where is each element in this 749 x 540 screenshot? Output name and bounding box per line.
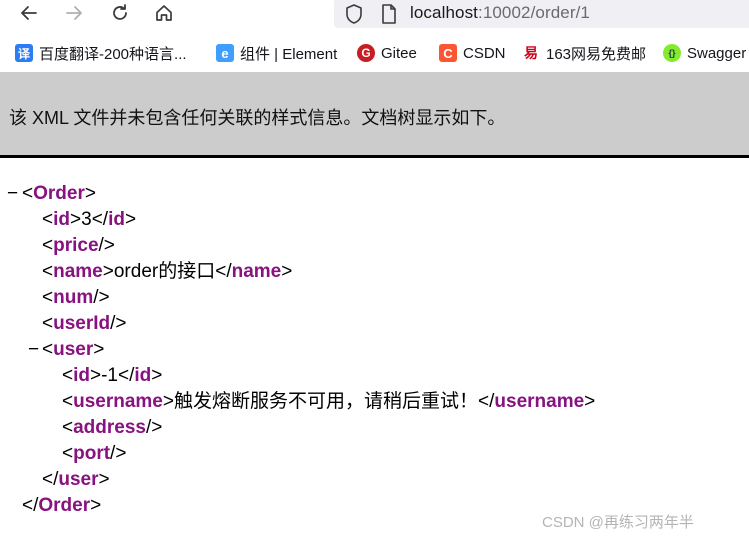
xml-tree: − <Order> <id>3</id> <price/> <name>order… <box>0 160 749 540</box>
xml-user-open: − <user> <box>28 337 104 363</box>
xml-username-element: <username>触发熔断服务不可用，请稍后重试！</username> <box>62 391 596 412</box>
bookmark-csdn[interactable]: C CSDN <box>439 43 506 63</box>
xml-info-banner: 该 XML 文件并未包含任何关联的样式信息。文档树显示如下。 <box>0 72 749 158</box>
address-bar[interactable]: localhost:10002/order/1 <box>334 0 749 28</box>
bookmark-swagger[interactable]: {} Swagger <box>663 43 746 63</box>
home-icon <box>154 3 174 23</box>
forward-button[interactable] <box>58 0 90 26</box>
bookmark-label: 163网易免费邮 <box>546 45 647 63</box>
netease-163-icon: 易 <box>522 44 540 62</box>
navigation-toolbar: localhost:10002/order/1 <box>0 0 749 36</box>
user-id-value: -1 <box>101 365 119 386</box>
id-value: 3 <box>81 209 92 230</box>
xml-id-element: <id>3</id> <box>42 209 137 230</box>
bookmark-label: 百度翻译-200种语言... <box>39 45 187 63</box>
bookmark-163-mail[interactable]: 易 163网易免费邮 <box>522 43 646 63</box>
xml-port-element: <port/> <box>62 443 127 464</box>
xml-name-element: <name>order的接口</name> <box>42 261 293 282</box>
xml-user-id-element: <id>-1</id> <box>62 365 163 386</box>
forward-arrow-icon <box>64 3 84 23</box>
bookmark-label: Gitee <box>381 44 417 62</box>
url-text[interactable]: localhost:10002/order/1 <box>410 3 590 23</box>
username-value: 触发熔断服务不可用，请稍后重试！ <box>174 391 479 412</box>
shield-icon[interactable] <box>344 3 364 30</box>
csdn-watermark: CSDN @再练习两年半 <box>542 514 694 531</box>
reload-icon <box>110 3 130 23</box>
back-button[interactable] <box>13 0 45 26</box>
xml-info-message: 该 XML 文件并未包含任何关联的样式信息。文档树显示如下。 <box>9 108 506 128</box>
bookmark-element[interactable]: e 组件 | Element <box>216 43 337 63</box>
bookmark-baidu-translate[interactable]: 译 百度翻译-200种语言... <box>15 43 187 63</box>
bookmark-gitee[interactable]: G Gitee <box>357 43 417 63</box>
csdn-icon: C <box>439 44 457 62</box>
collapse-toggle-order[interactable]: − <box>7 181 19 207</box>
xml-price-element: <price/> <box>42 235 115 256</box>
xml-order-close: </Order> <box>22 495 102 516</box>
bookmarks-toolbar: 译 百度翻译-200种语言... e 组件 | Element G Gitee … <box>0 36 749 70</box>
xml-address-element: <address/> <box>62 417 163 438</box>
swagger-icon: {} <box>663 44 681 62</box>
xml-user-close: </user> <box>42 469 110 490</box>
bookmark-label: Swagger <box>687 44 747 62</box>
element-icon: e <box>216 44 234 62</box>
reload-button[interactable] <box>104 0 136 26</box>
url-host: localhost <box>410 3 478 22</box>
name-value: order的接口 <box>113 261 216 282</box>
xml-order-open: − <Order> <box>7 181 96 207</box>
gitee-icon: G <box>357 44 375 62</box>
collapse-toggle-user[interactable]: − <box>28 337 40 363</box>
url-path: :10002/order/1 <box>478 3 590 22</box>
bookmark-label: CSDN <box>463 44 506 62</box>
baidu-translate-icon: 译 <box>15 44 33 62</box>
home-button[interactable] <box>148 0 180 26</box>
xml-userid-element: <userId/> <box>42 313 127 334</box>
tag-name: Order <box>33 183 85 204</box>
page-info-icon[interactable] <box>380 3 398 30</box>
back-arrow-icon <box>19 3 39 23</box>
bookmark-label: 组件 | Element <box>240 45 338 63</box>
xml-num-element: <num/> <box>42 287 110 308</box>
